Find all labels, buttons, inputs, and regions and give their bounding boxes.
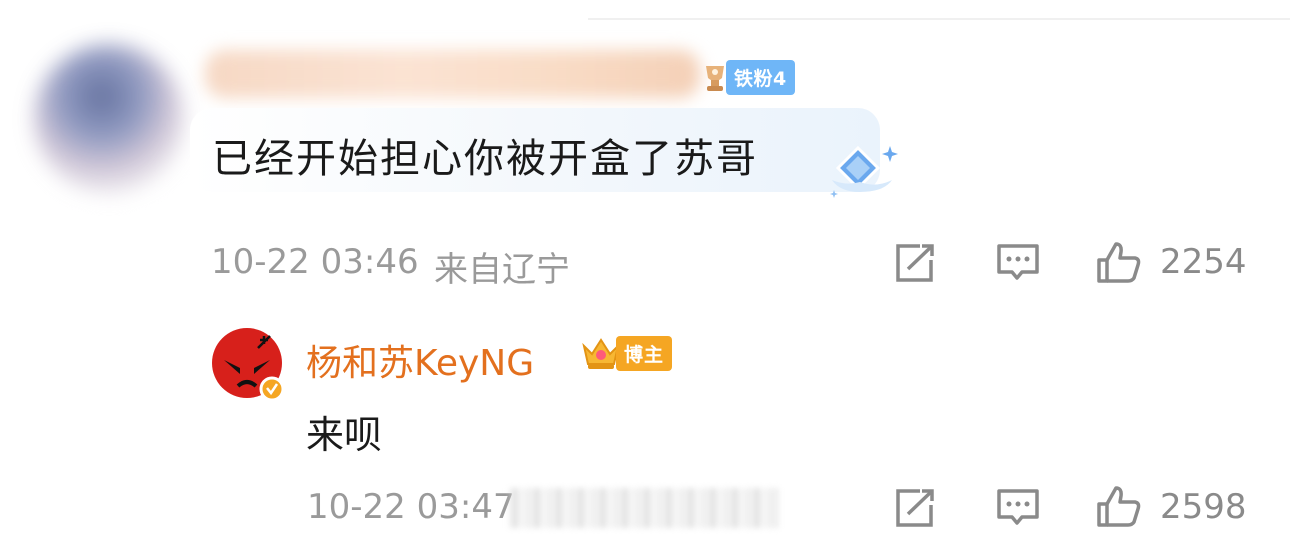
reply-text: 来呗 — [306, 413, 383, 457]
reply-timestamp: 10-22 03:47 — [307, 487, 515, 527]
repost-icon[interactable] — [894, 243, 936, 283]
comment-icon[interactable] — [996, 243, 1040, 283]
fan-trophy-icon — [706, 66, 724, 91]
watermark — [508, 488, 778, 528]
reply-username[interactable]: 杨和苏KeyNG — [306, 334, 534, 386]
diamond-icon — [830, 145, 898, 198]
comment-text: 已经开始担心你被开盒了苏哥 — [212, 136, 758, 182]
reply-like-count: 2598 — [1160, 487, 1247, 527]
reply-comment-icon[interactable] — [996, 488, 1040, 528]
like-icon[interactable] — [1096, 240, 1142, 284]
host-badge[interactable]: 博主 — [580, 334, 673, 372]
fan-badge-label: 铁粉4 — [726, 59, 795, 95]
verified-icon — [259, 376, 285, 402]
reply-like-icon[interactable] — [1096, 484, 1142, 528]
comment-timestamp: 10-22 03:46 — [211, 242, 419, 282]
comment-location: 来自辽宁 — [434, 250, 570, 290]
comment-like-count: 2254 — [1160, 242, 1247, 282]
reply-repost-icon[interactable] — [894, 488, 936, 528]
fan-badge[interactable]: 铁粉4 — [700, 58, 795, 96]
top-divider — [588, 18, 1290, 20]
commenter-avatar[interactable] — [34, 44, 184, 194]
commenter-username-blurred[interactable] — [205, 50, 700, 98]
host-badge-label: 博主 — [616, 335, 673, 371]
reply-avatar[interactable] — [210, 326, 288, 404]
